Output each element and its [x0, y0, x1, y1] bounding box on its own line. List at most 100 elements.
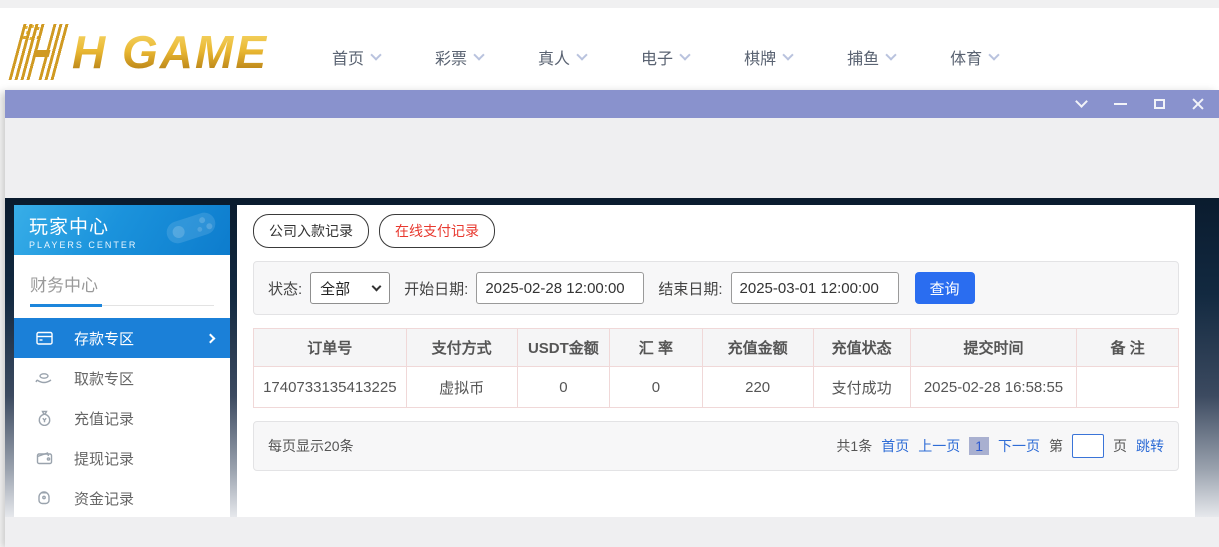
minimize-icon[interactable]	[1113, 97, 1127, 111]
prev-page-link[interactable]: 上一页	[918, 436, 960, 456]
col-order-number: 订单号	[253, 328, 407, 367]
records-table: 订单号 支付方式 USDT金额 汇 率 充值金额 充值状态 提交时间 备 注 1…	[253, 328, 1179, 408]
chevron-down-icon	[370, 48, 382, 61]
sidebar-header: 玩家中心 PLAYERS CENTER	[14, 205, 230, 255]
sidebar-item-withdrawal-records[interactable]: 提现记录	[14, 438, 230, 478]
col-recharge-status: 充值状态	[812, 328, 911, 367]
sidebar-item-deposit-zone[interactable]: 存款专区	[14, 318, 230, 358]
nav-item-fishing[interactable]: 捕鱼	[847, 45, 897, 69]
sidebar-menu: 存款专区 取款专区 充值记录 提现记录 资金记录	[14, 312, 230, 518]
jump-link[interactable]: 跳转	[1136, 436, 1164, 456]
nav-item-live[interactable]: 真人	[538, 45, 588, 69]
maximize-icon[interactable]	[1152, 97, 1166, 111]
chevron-down-icon	[576, 48, 588, 61]
col-usdt-amount: USDT金额	[516, 328, 611, 367]
start-date-input[interactable]	[476, 272, 645, 304]
query-button[interactable]: 查询	[914, 272, 975, 304]
jump-prefix-label: 第	[1049, 438, 1063, 454]
tab-online-payment-records[interactable]: 在线支付记录	[379, 214, 495, 248]
status-label: 状态:	[268, 280, 303, 298]
sidebar-item-label: 提现记录	[74, 450, 135, 468]
sidebar-item-recharge-records[interactable]: 充值记录	[14, 398, 230, 438]
pagination-bar: 每页显示20条 共1条 首页 上一页 1 下一页 第 页 跳转	[253, 421, 1179, 471]
page-jump-input[interactable]	[1072, 434, 1104, 458]
tab-company-deposit-records[interactable]: 公司入款记录	[253, 214, 369, 248]
nav-item-chess[interactable]: 棋牌	[744, 45, 794, 69]
sidebar-section-underline	[30, 304, 214, 307]
logo-h-icon	[4, 24, 77, 80]
bank-card-icon	[34, 330, 54, 346]
col-payment-method: 支付方式	[405, 328, 518, 367]
sidebar-item-label: 资金记录	[74, 490, 135, 508]
sidebar: 玩家中心 PLAYERS CENTER 财务中心 存款专区 取款专区 充值记录 …	[14, 205, 230, 517]
window-bottom-strip	[5, 517, 1219, 547]
main-nav: 首页 彩票 真人 电子 棋牌 捕鱼 体育	[332, 16, 1000, 98]
table-row: 1740733135413225 虚拟币 0 0 220 支付成功 2025-0…	[253, 366, 1179, 408]
coin-purse-icon	[34, 490, 54, 506]
chevron-down-icon	[679, 48, 691, 61]
per-page-label: 每页显示20条	[268, 438, 354, 454]
nav-item-lottery[interactable]: 彩票	[435, 45, 485, 69]
site-header: H GAME 首页 彩票 真人 电子 棋牌 捕鱼 体育	[0, 8, 1219, 90]
cell-exchange-rate: 0	[609, 366, 703, 408]
filter-bar: 状态: 全部 开始日期: 结束日期: 查询	[253, 261, 1179, 315]
page-top-strip	[0, 0, 1219, 8]
money-bag-icon	[34, 410, 54, 426]
chevron-down-icon	[371, 281, 382, 291]
nav-item-sports[interactable]: 体育	[950, 45, 1000, 69]
start-date-label: 开始日期:	[404, 280, 469, 298]
sidebar-item-label: 充值记录	[74, 410, 135, 428]
current-page-badge[interactable]: 1	[969, 437, 989, 455]
titlebar-chevron-down-icon[interactable]	[1074, 95, 1088, 111]
next-page-link[interactable]: 下一页	[998, 436, 1040, 456]
main-panel: 公司入款记录 在线支付记录 状态: 全部 开始日期: 结束日期: 查询	[237, 205, 1195, 517]
chevron-down-icon	[782, 48, 794, 61]
cell-submit-time: 2025-02-28 16:58:55	[909, 366, 1078, 408]
close-icon[interactable]	[1191, 97, 1205, 111]
first-page-link[interactable]: 首页	[881, 436, 909, 456]
nav-label: 彩票	[435, 51, 468, 68]
jump-suffix-label: 页	[1113, 438, 1127, 454]
cell-order-number: 1740733135413225	[253, 366, 407, 408]
end-date-input[interactable]	[730, 272, 899, 304]
app-window: 玩家中心 PLAYERS CENTER 财务中心 存款专区 取款专区 充值记录 …	[5, 90, 1219, 547]
chevron-down-icon	[885, 48, 897, 61]
nav-label: 首页	[332, 51, 365, 68]
nav-item-home[interactable]: 首页	[332, 45, 382, 69]
chevron-right-icon	[205, 333, 216, 343]
total-count-label: 共1条	[836, 438, 873, 454]
status-select[interactable]: 全部	[310, 272, 391, 304]
col-submit-time: 提交时间	[909, 328, 1078, 367]
wallet-icon	[34, 450, 54, 466]
pagination-controls: 共1条 首页 上一页 1 下一页 第 页 跳转	[836, 434, 1164, 458]
cell-payment-method: 虚拟币	[405, 366, 518, 408]
cell-recharge-status: 支付成功	[812, 366, 911, 408]
sidebar-item-label: 取款专区	[74, 370, 135, 388]
table-header-row: 订单号 支付方式 USDT金额 汇 率 充值金额 充值状态 提交时间 备 注	[253, 328, 1179, 367]
nav-item-slots[interactable]: 电子	[641, 45, 691, 69]
end-date-label: 结束日期:	[658, 280, 723, 298]
col-recharge-amount: 充值金额	[701, 328, 814, 367]
col-exchange-rate: 汇 率	[609, 328, 703, 367]
col-remark: 备 注	[1076, 328, 1179, 367]
cell-usdt-amount: 0	[516, 366, 611, 408]
sidebar-item-fund-records[interactable]: 资金记录	[14, 478, 230, 518]
content-background: 玩家中心 PLAYERS CENTER 财务中心 存款专区 取款专区 充值记录 …	[5, 198, 1219, 517]
nav-label: 电子	[641, 51, 674, 68]
sidebar-item-label: 存款专区	[74, 330, 135, 348]
status-selected-value: 全部	[320, 280, 351, 298]
window-toolbar-area	[5, 118, 1219, 198]
nav-label: 体育	[950, 51, 983, 68]
chevron-down-icon	[988, 48, 1000, 61]
cell-recharge-amount: 220	[701, 366, 814, 408]
sidebar-section-title: 财务中心	[30, 276, 98, 295]
nav-label: 棋牌	[744, 51, 777, 68]
nav-label: 捕鱼	[847, 51, 880, 68]
logo-text: H GAME	[72, 26, 268, 78]
brand-logo[interactable]: H GAME	[8, 16, 268, 80]
cell-remark	[1076, 366, 1179, 408]
chevron-down-icon	[473, 48, 485, 61]
record-tabs: 公司入款记录 在线支付记录	[253, 214, 1179, 248]
sidebar-item-withdraw-zone[interactable]: 取款专区	[14, 358, 230, 398]
hand-coin-icon	[34, 370, 54, 386]
